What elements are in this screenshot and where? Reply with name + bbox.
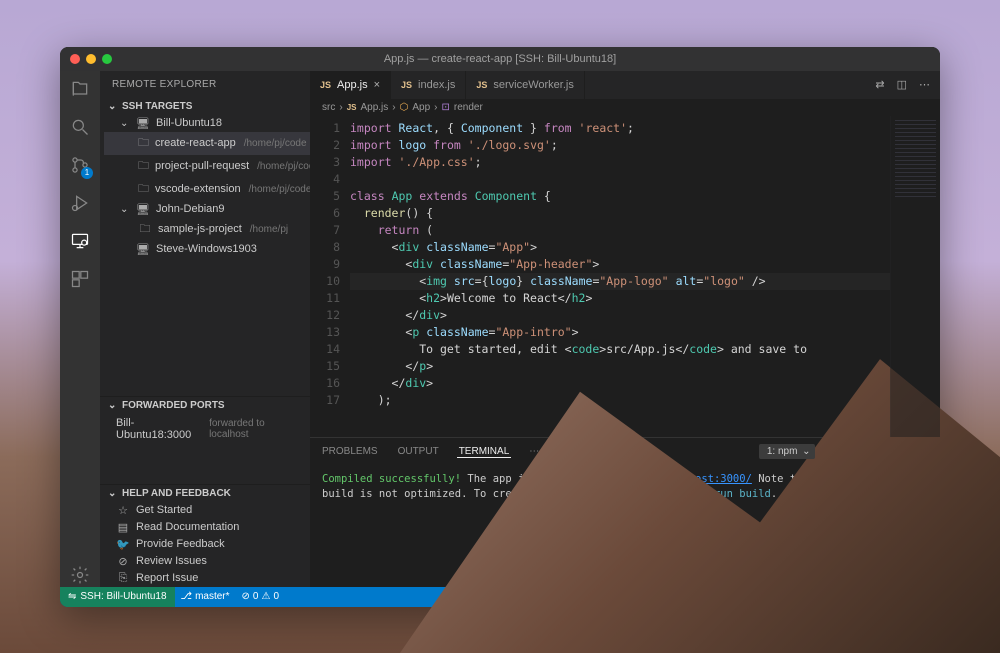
status-remote-host[interactable]: ⇋ SSH: Bill-Ubuntu18 xyxy=(60,587,175,607)
js-file-icon: JS xyxy=(401,80,412,90)
panel-tab-terminal[interactable]: TERMINAL xyxy=(457,446,512,458)
chevron-down-icon: ⌄ xyxy=(120,204,130,215)
split-editor-icon[interactable]: ◫ xyxy=(897,78,907,91)
activity-bar xyxy=(60,71,100,587)
js-file-icon: JS xyxy=(320,80,331,90)
window-title: App.js — create-react-app [SSH: Bill-Ubu… xyxy=(384,53,616,65)
search-icon[interactable] xyxy=(69,117,91,139)
ssh-target[interactable]: ⌄ 🖥 John-Debian9 xyxy=(104,201,310,218)
help-review-issues[interactable]: ⊘Review Issues xyxy=(100,553,310,570)
remote-icon: ⇋ xyxy=(68,591,76,602)
folder-icon: 🗀 xyxy=(138,134,149,153)
panel-tab-problems[interactable]: PROBLEMS xyxy=(320,446,380,457)
tab-index-js[interactable]: JS index.js xyxy=(391,71,466,99)
monitor-icon: 🖥 xyxy=(136,243,150,256)
remote-folder[interactable]: 🗀 sample-js-project /home/pj xyxy=(104,218,310,241)
minimap[interactable] xyxy=(890,116,940,437)
zoom-window-button[interactable] xyxy=(102,54,112,64)
explorer-icon[interactable] xyxy=(69,79,91,101)
monitor-icon: 🖥 xyxy=(136,203,150,216)
breadcrumbs[interactable]: src › JS App.js › ⬡ App › ⊡ render xyxy=(310,99,940,116)
sidebar-title: REMOTE EXPLORER xyxy=(100,71,310,98)
js-file-icon: JS xyxy=(347,103,357,112)
ssh-targets-header[interactable]: ⌄ SSH TARGETS xyxy=(100,98,310,115)
terminal-selector[interactable]: 1: npm xyxy=(759,444,816,459)
remote-folder[interactable]: 🗀 create-react-app /home/pj/code xyxy=(104,132,310,155)
remote-folder[interactable]: 🗀 project-pull-request /home/pj/code xyxy=(104,155,310,178)
forwarded-ports-header[interactable]: ⌄ FORWARDED PORTS xyxy=(100,397,310,414)
star-icon: ☆ xyxy=(116,504,130,517)
debug-icon[interactable] xyxy=(69,193,91,215)
extensions-icon[interactable] xyxy=(69,269,91,291)
help-feedback[interactable]: 🐦Provide Feedback xyxy=(100,536,310,553)
chevron-down-icon: ⌄ xyxy=(108,400,118,411)
close-window-button[interactable] xyxy=(70,54,80,64)
folder-icon: 🗀 xyxy=(138,180,149,199)
branch-icon: ⎇ xyxy=(181,591,193,602)
report-icon: ⎘ xyxy=(116,572,130,585)
forwarded-port[interactable]: Bill-Ubuntu18:3000 forwarded to localhos… xyxy=(100,414,310,444)
line-gutter: 1234567891011121314151617 xyxy=(310,116,350,437)
status-git-branch[interactable]: ⎇ master* xyxy=(175,591,236,602)
js-file-icon: JS xyxy=(476,80,487,90)
help-list: ☆Get Started ▤Read Documentation 🐦Provid… xyxy=(100,502,310,587)
chevron-down-icon: ⌄ xyxy=(108,488,118,499)
status-problems[interactable]: ⊘0 ⚠0 xyxy=(236,591,285,602)
compare-icon[interactable]: ⇄ xyxy=(875,78,884,91)
source-control-icon[interactable] xyxy=(69,155,91,177)
tab-actions: ⇄ ◫ ⋯ xyxy=(865,71,940,99)
help-get-started[interactable]: ☆Get Started xyxy=(100,502,310,519)
code-editor[interactable]: 1234567891011121314151617 import React, … xyxy=(310,116,940,437)
twitter-icon: 🐦 xyxy=(116,538,130,551)
ssh-target[interactable]: ⌄ 🖥 Steve-Windows1903 xyxy=(104,241,310,258)
folder-icon: 🗀 xyxy=(138,157,149,176)
code-content[interactable]: import React, { Component } from 'react'… xyxy=(350,116,890,437)
error-icon: ⊘ xyxy=(242,591,250,602)
book-icon: ▤ xyxy=(116,521,130,534)
minimize-window-button[interactable] xyxy=(86,54,96,64)
chevron-down-icon: ⌄ xyxy=(120,118,130,129)
monitor-icon: 🖥 xyxy=(136,117,150,130)
issues-icon: ⊘ xyxy=(116,555,130,568)
help-report-issue[interactable]: ⎘Report Issue xyxy=(100,570,310,587)
editor-tabs: JS App.js × JS index.js JS serviceWorker… xyxy=(310,71,940,99)
titlebar[interactable]: App.js — create-react-app [SSH: Bill-Ubu… xyxy=(60,47,940,71)
remote-explorer-icon[interactable] xyxy=(69,231,91,253)
tab-service-worker-js[interactable]: JS serviceWorker.js xyxy=(466,71,585,99)
folder-icon: 🗀 xyxy=(138,220,152,239)
more-icon[interactable]: ⋯ xyxy=(919,78,930,91)
panel-tab-output[interactable]: OUTPUT xyxy=(396,446,441,457)
tab-app-js[interactable]: JS App.js × xyxy=(310,71,391,99)
help-feedback-header[interactable]: ⌄ HELP AND FEEDBACK xyxy=(100,485,310,502)
remote-folder[interactable]: 🗀 vscode-extension /home/pj/code xyxy=(104,178,310,201)
traffic-lights xyxy=(70,54,112,64)
help-read-docs[interactable]: ▤Read Documentation xyxy=(100,519,310,536)
close-icon[interactable]: × xyxy=(374,79,380,91)
sidebar: REMOTE EXPLORER ⌄ SSH TARGETS ⌄ 🖥 Bill-U… xyxy=(100,71,310,587)
ssh-targets-tree: ⌄ 🖥 Bill-Ubuntu18 🗀 create-react-app /ho… xyxy=(100,115,310,258)
settings-gear-icon[interactable] xyxy=(69,565,91,587)
ssh-target[interactable]: ⌄ 🖥 Bill-Ubuntu18 xyxy=(104,115,310,132)
chevron-down-icon: ⌄ xyxy=(108,101,118,112)
warning-icon: ⚠ xyxy=(261,591,270,602)
